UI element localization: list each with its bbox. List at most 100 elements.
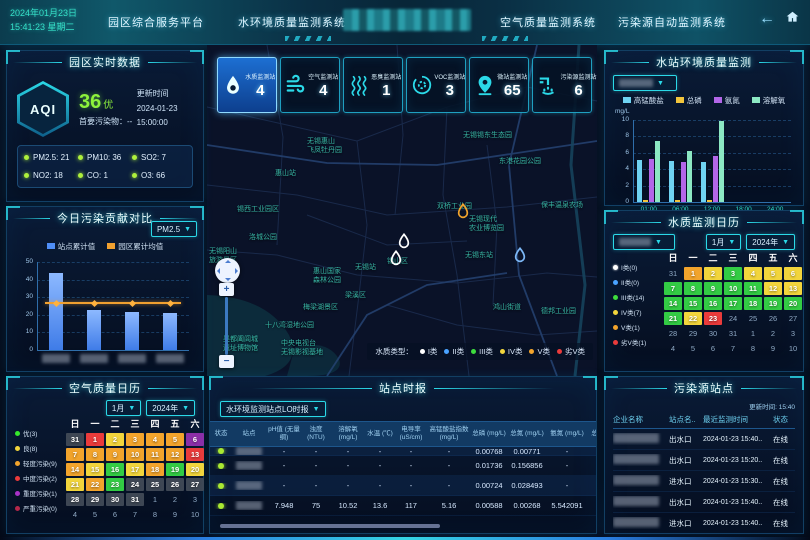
calendar-day[interactable]: 20	[784, 297, 802, 310]
calendar-day[interactable]: 29	[86, 493, 104, 506]
calendar-day[interactable]: 21	[664, 312, 682, 325]
calendar-day[interactable]: 4	[664, 342, 682, 355]
hourly-table-row[interactable]: ------0.007240.028493--	[210, 476, 596, 496]
calendar-day[interactable]: 18	[744, 297, 762, 310]
calendar-day[interactable]: 16	[106, 463, 124, 476]
calendar-day[interactable]: 19	[764, 297, 782, 310]
calendar-day[interactable]: 6	[784, 267, 802, 280]
calendar-day[interactable]: 26	[166, 478, 184, 491]
calendar-day[interactable]: 8	[86, 448, 104, 461]
nav-tab-water-system[interactable]: 水环境质量监测系统	[238, 14, 346, 30]
month-select[interactable]: 1月▼	[106, 400, 141, 416]
calendar-day[interactable]: 27	[186, 478, 204, 491]
calendar-day[interactable]: 26	[764, 312, 782, 325]
nav-tab-pollution-system[interactable]: 污染源自动监测系统	[618, 14, 726, 30]
calendar-day[interactable]: 13	[784, 282, 802, 295]
hourly-report-select[interactable]: 水环境监测站点LO时报▼	[220, 401, 326, 417]
calendar-day[interactable]: 29	[684, 327, 702, 340]
calendar-day[interactable]: 1	[744, 327, 762, 340]
calendar-day[interactable]: 22	[684, 312, 702, 325]
water-station-select[interactable]: ▼	[613, 234, 675, 250]
calendar-day[interactable]: 15	[684, 297, 702, 310]
calendar-day[interactable]: 24	[724, 312, 742, 325]
home-icon[interactable]	[785, 10, 800, 28]
calendar-day[interactable]: 11	[744, 282, 762, 295]
calendar-day[interactable]: 9	[764, 342, 782, 355]
calendar-day[interactable]: 6	[704, 342, 722, 355]
calendar-day[interactable]: 20	[186, 463, 204, 476]
calendar-day[interactable]: 22	[86, 478, 104, 491]
hourly-table-row[interactable]: 7.9487510.5213.61175.160.005880.002685.5…	[210, 496, 596, 516]
source-table-row[interactable]: 出水口2024-01-23 15:20..在线	[613, 450, 795, 471]
calendar-day[interactable]: 5	[86, 508, 104, 521]
calendar-day[interactable]: 2	[764, 327, 782, 340]
source-table-row[interactable]: 出水口2024-01-23 15:40..在线	[613, 429, 795, 450]
map-zoom-slider[interactable]	[225, 297, 228, 355]
calendar-day[interactable]: 23	[106, 478, 124, 491]
calendar-day[interactable]: 24	[126, 478, 144, 491]
pollutant-select[interactable]: PM2.5▼	[151, 221, 197, 237]
nav-tab-air-system[interactable]: 空气质量监测系统	[500, 14, 596, 30]
calendar-day[interactable]: 3	[186, 493, 204, 506]
water-station-marker[interactable]	[512, 247, 528, 263]
nav-tab-park-platform[interactable]: 园区综合服务平台	[108, 14, 204, 30]
calendar-day[interactable]: 3	[724, 267, 742, 280]
calendar-day[interactable]: 7	[724, 342, 742, 355]
calendar-day[interactable]: 12	[166, 448, 184, 461]
calendar-day[interactable]: 30	[106, 493, 124, 506]
calendar-day[interactable]: 6	[186, 433, 204, 446]
calendar-day[interactable]: 31	[66, 433, 84, 446]
calendar-day[interactable]: 28	[66, 493, 84, 506]
calendar-day[interactable]: 7	[126, 508, 144, 521]
hourly-table-row[interactable]: ------0.017360.156856--	[210, 456, 596, 476]
calendar-day[interactable]: 4	[66, 508, 84, 521]
water-station-marker[interactable]	[396, 233, 412, 249]
city-map[interactable]: 无锡惠山 飞凤牡丹园惠山站锡西工业园区洛城公园双桥工业园无锡现代 农业博览园无锡…	[207, 45, 597, 376]
calendar-day[interactable]: 25	[744, 312, 762, 325]
calendar-day[interactable]: 7	[664, 282, 682, 295]
calendar-day[interactable]: 4	[744, 267, 762, 280]
water-station-select[interactable]: ▼	[613, 75, 677, 91]
calendar-day[interactable]: 21	[66, 478, 84, 491]
calendar-day[interactable]: 12	[764, 282, 782, 295]
hourly-table-row[interactable]: ------0.007680.00771--	[210, 447, 596, 456]
calendar-day[interactable]: 8	[146, 508, 164, 521]
calendar-day[interactable]: 5	[684, 342, 702, 355]
calendar-day[interactable]: 19	[166, 463, 184, 476]
source-table-row[interactable]: 进水口2024-01-23 15:40..在线	[613, 513, 795, 534]
calendar-day[interactable]: 1	[86, 433, 104, 446]
map-zoom-out-button[interactable]: −	[219, 355, 234, 368]
calendar-day[interactable]: 5	[764, 267, 782, 280]
source-table-row[interactable]: 进水口2024-01-23 15:30..在线	[613, 471, 795, 492]
calendar-day[interactable]: 17	[724, 297, 742, 310]
map-zoom-in-button[interactable]: +	[219, 283, 234, 296]
calendar-day[interactable]: 3	[126, 433, 144, 446]
source-table-row[interactable]: 出水口2024-01-23 15:40..在线	[613, 492, 795, 513]
calendar-day[interactable]: 3	[784, 327, 802, 340]
calendar-day[interactable]: 16	[704, 297, 722, 310]
station-filter-3[interactable]: VOC监测站3	[406, 57, 466, 113]
calendar-day[interactable]: 2	[166, 493, 184, 506]
station-filter-4[interactable]: 微站监测站65	[469, 57, 529, 113]
calendar-day[interactable]: 10	[724, 282, 742, 295]
calendar-day[interactable]: 2	[704, 267, 722, 280]
calendar-day[interactable]: 28	[664, 327, 682, 340]
calendar-day[interactable]: 6	[106, 508, 124, 521]
station-filter-5[interactable]: 污染源监测站6	[532, 57, 592, 113]
calendar-day[interactable]: 31	[664, 267, 682, 280]
year-select[interactable]: 2024年▼	[146, 400, 195, 416]
calendar-day[interactable]: 31	[724, 327, 742, 340]
calendar-day[interactable]: 4	[146, 433, 164, 446]
calendar-day[interactable]: 9	[166, 508, 184, 521]
calendar-day[interactable]: 2	[106, 433, 124, 446]
calendar-day[interactable]: 25	[146, 478, 164, 491]
calendar-day[interactable]: 17	[126, 463, 144, 476]
month-select[interactable]: 1月▼	[706, 234, 741, 250]
calendar-day[interactable]: 15	[86, 463, 104, 476]
station-filter-2[interactable]: 恶臭监测站1	[343, 57, 403, 113]
calendar-day[interactable]: 10	[186, 508, 204, 521]
horizontal-scrollbar[interactable]	[220, 524, 440, 528]
calendar-day[interactable]: 31	[126, 493, 144, 506]
calendar-day[interactable]: 27	[784, 312, 802, 325]
station-filter-0[interactable]: 水质监测站4	[217, 57, 277, 113]
